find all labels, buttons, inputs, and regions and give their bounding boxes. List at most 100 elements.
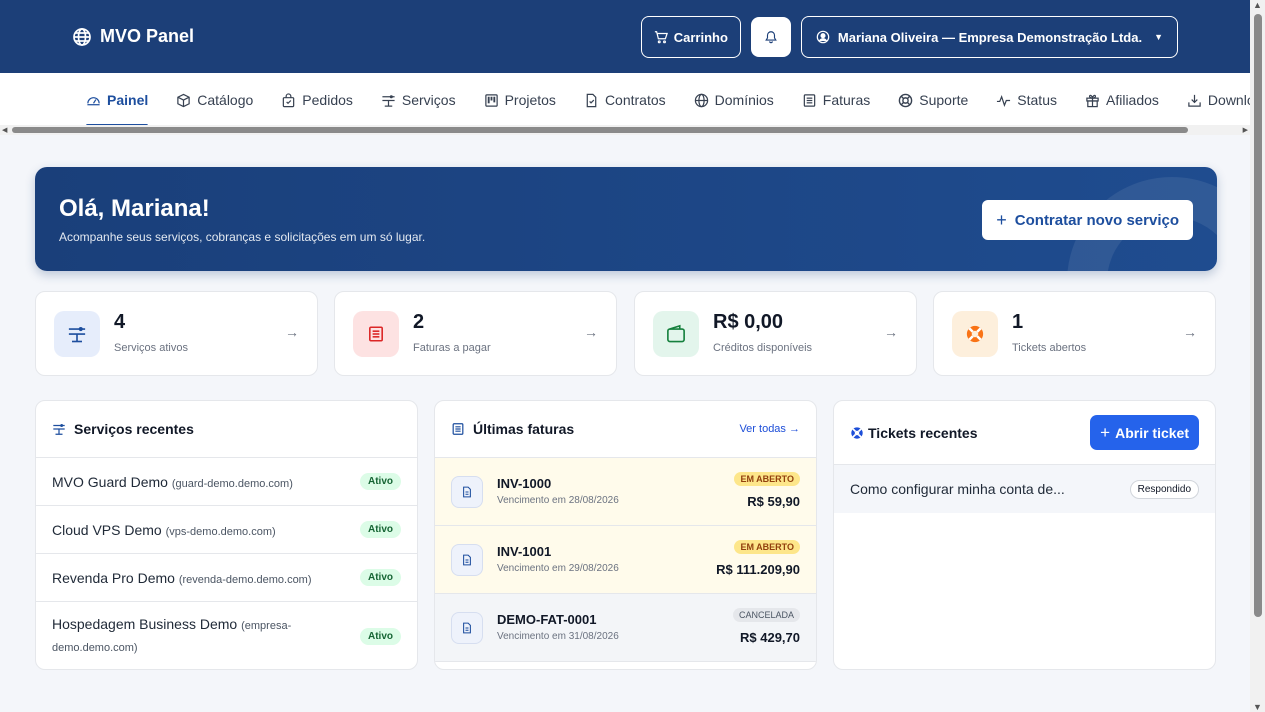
recent-tickets-card: Tickets recentes + Abrir ticket Como con… <box>833 400 1216 670</box>
table-row[interactable]: INV-1001 Vencimento em 29/08/2026 EM ABE… <box>435 526 816 594</box>
scroll-right-icon[interactable]: ▶ <box>1243 126 1248 134</box>
nav-item-contratos[interactable]: Contratos <box>584 73 666 127</box>
stat-card-services[interactable]: 4 Serviços ativos → <box>35 291 318 376</box>
invoice-due-date: Vencimento em 31/08/2026 <box>497 631 619 642</box>
invoice-number: DEMO-FAT-0001 <box>497 612 597 627</box>
stat-value: R$ 0,00 <box>713 311 784 333</box>
nav-item-catalogo[interactable]: Catálogo <box>176 73 253 127</box>
service-domain: (guard-demo.demo.com) <box>171 477 293 490</box>
invoice-amount: R$ 429,70 <box>740 630 800 645</box>
kanban-icon <box>484 93 498 107</box>
nav-item-label: Painel <box>107 92 149 108</box>
arrow-right-icon: → <box>285 324 299 340</box>
status-badge: Ativo <box>360 521 401 538</box>
box-icon <box>177 93 190 107</box>
nav-item-label: Status <box>1017 92 1057 108</box>
latest-invoices-card: Últimas faturas Ver todas → INV-1000 Ven… <box>434 400 817 670</box>
scroll-up-icon[interactable]: ▲ <box>1253 0 1262 10</box>
service-domain: (vps-demo.demo.com) <box>165 525 276 538</box>
welcome-subtitle: Acompanhe seus serviços, cobranças e sol… <box>59 230 426 244</box>
service-name: MVO Guard Demo <box>52 473 168 490</box>
view-all-invoices-link[interactable]: Ver todas → <box>739 423 800 435</box>
nav-item-painel[interactable]: Painel <box>86 73 149 127</box>
stat-label: Faturas a pagar <box>413 342 491 354</box>
nav-item-dominios[interactable]: Domínios <box>694 73 774 127</box>
brand[interactable]: MVO Panel <box>72 26 194 47</box>
service-name: Revenda Pro Demo <box>52 569 175 586</box>
user-menu-button[interactable]: Mariana Oliveira — Empresa Demonstração … <box>800 16 1178 58</box>
ticket-subject: Como configurar minha conta de... <box>850 481 1065 497</box>
scrollbar-thumb[interactable] <box>1254 14 1262 617</box>
card-header: Serviços recentes <box>36 401 417 458</box>
globe-icon <box>73 27 91 46</box>
contract-service-button[interactable]: + Contratar novo serviço <box>982 200 1193 240</box>
nav-item-label: Projetos <box>504 92 556 108</box>
scroll-down-icon[interactable]: ▼ <box>1253 702 1262 712</box>
page-vertical-scrollbar[interactable]: ▲ ▼ <box>1250 0 1265 712</box>
file-icon <box>586 93 597 107</box>
lifebuoy-icon <box>851 426 863 439</box>
stat-card-credits[interactable]: R$ 0,00 Créditos disponíveis → <box>634 291 917 376</box>
stat-label: Tickets abertos <box>1012 342 1087 354</box>
nav-item-label: Afiliados <box>1106 92 1159 108</box>
stat-value: 2 <box>413 311 425 333</box>
bell-icon <box>765 31 777 44</box>
arrow-right-icon: → <box>584 324 598 340</box>
nav-item-servicos[interactable]: Serviços <box>381 73 456 127</box>
card-title: Últimas faturas <box>473 421 575 437</box>
status-badge: Ativo <box>360 627 401 645</box>
scrollbar-thumb[interactable] <box>12 127 1188 133</box>
cart-icon <box>654 31 668 44</box>
cart-button[interactable]: Carrinho <box>640 16 741 58</box>
caret-down-icon: ▼ <box>1154 32 1163 42</box>
user-label: Mariana Oliveira — Empresa Demonstração … <box>837 29 1143 45</box>
status-badge: EM ABERTO <box>734 540 800 554</box>
nav-item-afiliados[interactable]: Afiliados <box>1085 73 1159 127</box>
nav-item-label: Catálogo <box>197 92 254 108</box>
nav-item-label: Downloads <box>1207 92 1250 108</box>
scroll-left-icon[interactable]: ◀ <box>2 126 7 134</box>
receipt-icon <box>803 93 816 107</box>
stat-label: Créditos disponíveis <box>713 342 813 354</box>
invoice-due-date: Vencimento em 28/08/2026 <box>497 495 619 506</box>
document-icon <box>451 544 483 576</box>
table-row[interactable]: DEMO-FAT-0001 Vencimento em 31/08/2026 C… <box>435 594 816 662</box>
status-badge: Ativo <box>360 569 401 586</box>
arrow-right-icon: → <box>884 324 898 340</box>
download-icon <box>1188 94 1201 107</box>
card-title: Tickets recentes <box>868 424 978 441</box>
list-item[interactable]: Hospedagem Business Demo (empresa-demo.d… <box>36 602 417 669</box>
stat-label: Serviços ativos <box>114 342 188 354</box>
nav-item-label: Domínios <box>714 92 774 108</box>
nav-item-pedidos[interactable]: Pedidos <box>281 73 353 127</box>
dashboard-icon <box>87 96 100 105</box>
list-item[interactable]: Como configurar minha conta de... Respon… <box>834 465 1215 513</box>
document-icon <box>451 476 483 508</box>
list-item[interactable]: Revenda Pro Demo (revenda-demo.demo.com)… <box>36 554 417 602</box>
receipt-icon <box>353 311 399 357</box>
stat-value: 1 <box>1012 311 1024 333</box>
globe-icon <box>694 93 708 107</box>
server-icon <box>54 311 100 357</box>
stat-card-tickets[interactable]: 1 Tickets abertos → <box>933 291 1216 376</box>
open-ticket-button[interactable]: + Abrir ticket <box>1090 415 1199 450</box>
table-row[interactable]: INV-1000 Vencimento em 28/08/2026 EM ABE… <box>435 458 816 526</box>
nav-item-suporte[interactable]: Suporte <box>898 73 968 127</box>
status-badge: EM ABERTO <box>734 472 800 486</box>
nav-item-projetos[interactable]: Projetos <box>484 73 556 127</box>
card-title: Serviços recentes <box>74 421 194 437</box>
list-item[interactable]: MVO Guard Demo (guard-demo.demo.com) Ati… <box>36 458 417 506</box>
nav-horizontal-scrollbar[interactable]: ◀ ▶ <box>0 125 1250 135</box>
stat-value: 4 <box>114 311 126 333</box>
list-item[interactable]: Cloud VPS Demo (vps-demo.demo.com) Ativo <box>36 506 417 554</box>
nav-item-status[interactable]: Status <box>996 73 1057 127</box>
nav-item-label: Serviços <box>401 92 456 108</box>
activity-icon <box>997 94 1011 107</box>
card-header: Tickets recentes + Abrir ticket <box>834 401 1215 465</box>
notifications-button[interactable] <box>750 17 791 57</box>
nav-item-downloads[interactable]: Downloads <box>1187 73 1250 127</box>
plus-icon: + <box>996 209 1007 230</box>
stat-card-invoices[interactable]: 2 Faturas a pagar → <box>334 291 617 376</box>
nav-item-label: Contratos <box>604 92 666 108</box>
nav-item-faturas[interactable]: Faturas <box>802 73 870 127</box>
